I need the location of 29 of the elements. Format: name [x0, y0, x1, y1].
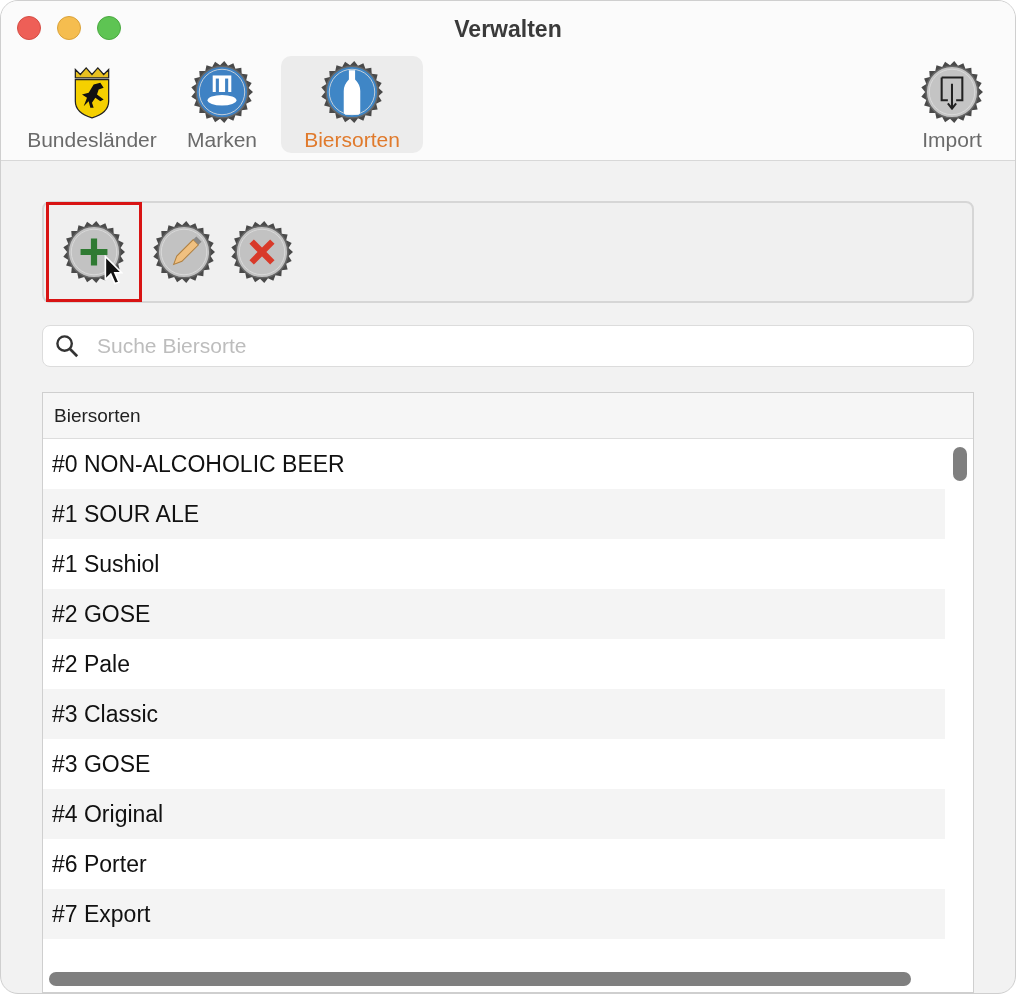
bottle-cap-icon	[321, 61, 383, 123]
plus-cap-icon	[63, 221, 125, 283]
window-title: Verwalten	[454, 16, 562, 43]
toolbar-tab[interactable]: Bundesländer	[21, 56, 163, 153]
table-row[interactable]: #7 Export	[43, 889, 945, 939]
search-icon	[55, 334, 79, 358]
zoom-button[interactable]	[97, 16, 121, 40]
close-button[interactable]	[17, 16, 41, 40]
pencil-cap-icon	[153, 221, 215, 283]
toolbar-tab[interactable]: Import	[917, 56, 987, 153]
search-field[interactable]: Suche Biersorte	[42, 325, 974, 367]
add-button[interactable]	[46, 202, 142, 302]
table-row[interactable]: #4 Original	[43, 789, 945, 839]
toolbar-tab[interactable]: Marken	[167, 56, 277, 153]
tab-label: Bundesländer	[27, 127, 157, 153]
minimize-button[interactable]	[57, 16, 81, 40]
column-header[interactable]: Biersorten	[43, 393, 973, 439]
tab-label: Import	[922, 127, 982, 153]
table-row[interactable]: #2 GOSE	[43, 589, 945, 639]
letter-cap-icon	[191, 61, 253, 123]
mouse-pointer-icon	[104, 255, 123, 285]
tab-label: Biersorten	[304, 127, 400, 153]
table-row[interactable]: #1 SOUR ALE	[43, 489, 945, 539]
tab-label: Marken	[187, 127, 257, 153]
table-row[interactable]: #3 Classic	[43, 689, 945, 739]
cross-cap-icon	[231, 221, 293, 283]
import-cap-icon	[921, 61, 983, 123]
scrollbar-thumb[interactable]	[953, 447, 967, 481]
scrollbar-thumb[interactable]	[49, 972, 911, 986]
